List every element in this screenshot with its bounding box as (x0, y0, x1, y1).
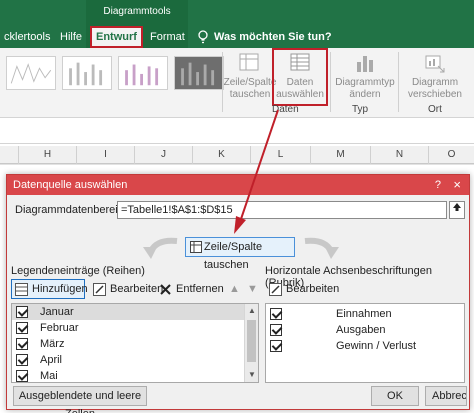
remove-series-button[interactable]: Entfernen (155, 279, 224, 299)
tab-hilfe[interactable]: Hilfe (56, 28, 86, 48)
column-header[interactable]: J (134, 146, 192, 164)
scroll-thumb[interactable] (247, 320, 256, 362)
close-icon[interactable]: × (453, 175, 461, 195)
lightbulb-icon (198, 30, 208, 44)
scroll-up-icon[interactable]: ▲ (245, 304, 258, 318)
ribbon-separator (330, 52, 331, 112)
legend-entries-list: Januar Februar März April Mai ▲ ▼ (11, 303, 259, 383)
checkbox[interactable] (16, 306, 28, 318)
column-header[interactable]: L (250, 146, 310, 164)
move-up-button[interactable]: ▲ (225, 279, 241, 299)
legend-entries-label: Legendeneinträge (Reihen) (11, 265, 145, 277)
checkbox[interactable] (16, 354, 28, 366)
change-chart-type-button[interactable]: Diagrammtyp ändern (334, 50, 396, 108)
legend-scrollbar[interactable]: ▲ ▼ (244, 304, 258, 382)
tab-entwurf[interactable]: Entwurf (90, 26, 143, 48)
group-label-data: Daten (272, 104, 299, 115)
legend-entry[interactable]: Januar (12, 304, 258, 320)
switch-row-col-button[interactable]: Zeile/Spalte tauschen (222, 50, 278, 108)
checkbox[interactable] (270, 324, 282, 336)
edit-icon (269, 283, 282, 296)
legend-entry[interactable]: Februar (12, 320, 258, 336)
switch-row-column-button[interactable]: Zeile/Spalte tauschen (185, 237, 295, 271)
checkbox[interactable] (16, 338, 28, 350)
column-header[interactable]: N (370, 146, 428, 164)
grid-line (0, 164, 474, 165)
move-down-button[interactable]: ▼ (243, 279, 259, 299)
column-header[interactable]: M (310, 146, 370, 164)
tell-me-search[interactable]: Was möchten Sie tun? (210, 28, 336, 48)
edit-series-button[interactable]: Bearbeiten (89, 279, 163, 299)
dialog-title: Datenquelle auswählen (7, 175, 469, 195)
help-button[interactable]: ? (435, 175, 441, 195)
remove-icon (160, 284, 171, 295)
collapse-dialog-button[interactable] (449, 201, 465, 219)
column-header[interactable]: H (18, 146, 76, 164)
legend-entry[interactable]: März (12, 336, 258, 352)
formula-bar (0, 118, 474, 144)
chart-style-thumb[interactable] (62, 56, 112, 90)
axis-labels-list: Einnahmen Ausgaben Gewinn / Verlust (265, 303, 465, 383)
scroll-down-icon[interactable]: ▼ (245, 368, 258, 382)
chart-type-icon (357, 56, 373, 72)
add-series-button[interactable]: Hinzufügen (11, 279, 88, 299)
group-label-location: Ort (428, 104, 442, 115)
chart-style-thumb[interactable] (174, 56, 224, 90)
chart-data-range-input[interactable]: =Tabelle1!$A$1:$D$15 (117, 201, 447, 219)
group-label-type: Typ (352, 104, 369, 115)
checkbox[interactable] (270, 340, 282, 352)
chart-style-thumb[interactable] (6, 56, 56, 90)
context-group-label: Diagrammtools (103, 6, 171, 17)
curved-arrow-right-icon (304, 237, 339, 259)
checkbox[interactable] (270, 308, 282, 320)
curved-arrow-left-icon (143, 237, 178, 259)
axis-label-item[interactable]: Gewinn / Verlust (266, 338, 464, 354)
tab-entwicklertools[interactable]: cklertools (0, 28, 54, 48)
legend-entry[interactable]: April (12, 352, 258, 368)
move-chart-icon (425, 55, 445, 73)
column-header[interactable]: K (192, 146, 250, 164)
axis-label-item[interactable]: Einnahmen (266, 306, 464, 322)
chart-data-range-label: Diagrammdatenbereich: (15, 204, 133, 216)
axis-label-item[interactable]: Ausgaben (266, 322, 464, 338)
checkbox[interactable] (16, 322, 28, 334)
checkbox[interactable] (16, 370, 28, 382)
ribbon-separator (398, 52, 399, 112)
legend-toolbar: Hinzufügen Bearbeiten Entfernen ▲ ▼ (11, 279, 259, 301)
legend-entry[interactable]: Mai (12, 368, 258, 382)
ok-button[interactable]: OK (371, 386, 419, 406)
move-chart-button[interactable]: Diagramm verschieben (400, 50, 470, 108)
column-headers: H I J K L M N O (0, 146, 474, 164)
chart-style-thumb[interactable] (118, 56, 168, 90)
edit-axis-button[interactable]: Bearbeiten (265, 279, 339, 299)
select-data-button[interactable]: Daten auswählen (272, 48, 328, 106)
collapse-arrow-icon (453, 203, 461, 211)
column-header[interactable]: O (428, 146, 474, 164)
add-icon (15, 283, 28, 296)
hidden-empty-cells-button[interactable]: Ausgeblendete und leere Zellen (13, 386, 147, 413)
select-data-icon (290, 53, 310, 71)
switch-row-col-icon (239, 53, 259, 71)
select-data-source-dialog: Datenquelle auswählen ? × Diagrammdatenb… (6, 174, 470, 413)
edit-icon (93, 283, 106, 296)
tab-format[interactable]: Format (146, 28, 189, 48)
swap-icon (190, 241, 202, 253)
cancel-button[interactable]: Abbrechen (425, 386, 467, 406)
column-header[interactable]: I (76, 146, 134, 164)
axis-toolbar: Bearbeiten (265, 279, 465, 301)
